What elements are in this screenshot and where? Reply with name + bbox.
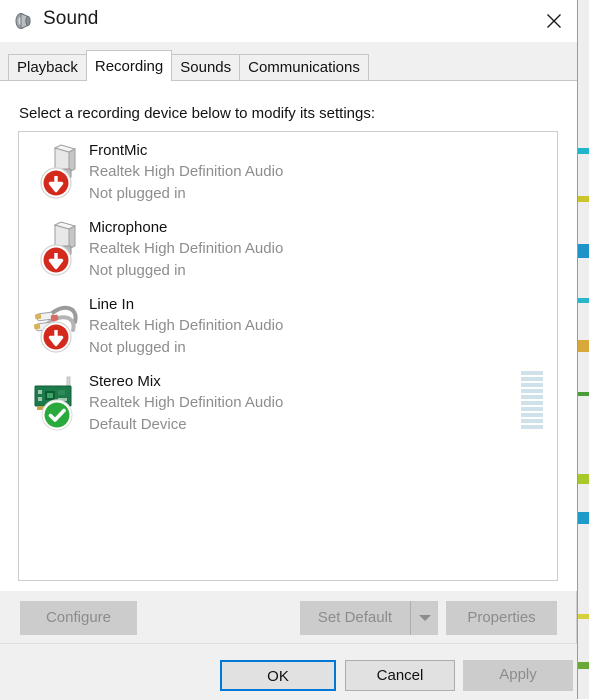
device-name: Line In bbox=[89, 296, 135, 313]
device-text-block: Microphone Realtek High Definition Audio… bbox=[89, 217, 283, 282]
tab-strip: Playback Recording Sounds Communications bbox=[0, 42, 577, 81]
microphone-jack-icon bbox=[31, 142, 89, 200]
device-name: Microphone bbox=[89, 219, 168, 236]
volume-level-meter bbox=[521, 371, 543, 429]
device-text-block: Line In Realtek High Definition Audio No… bbox=[89, 294, 283, 359]
recording-tab-panel: Select a recording device below to modif… bbox=[0, 80, 577, 591]
tab-sounds[interactable]: Sounds bbox=[171, 54, 241, 81]
list-item[interactable]: Stereo Mix Realtek High Definition Audio… bbox=[19, 363, 557, 440]
meter-segment bbox=[521, 377, 543, 381]
meter-segment bbox=[521, 371, 543, 375]
backdrop-fleck bbox=[578, 512, 589, 524]
device-text-block: Stereo Mix Realtek High Definition Audio… bbox=[89, 371, 283, 436]
meter-segment bbox=[521, 383, 543, 387]
device-status: Not plugged in bbox=[89, 185, 186, 202]
meter-segment bbox=[521, 425, 543, 429]
sound-dialog-window: Sound Playback Recording Sounds Communic… bbox=[0, 0, 577, 700]
meter-segment bbox=[521, 395, 543, 399]
device-description: Realtek High Definition Audio bbox=[89, 394, 284, 411]
tab-communications[interactable]: Communications bbox=[239, 54, 369, 81]
meter-segment bbox=[521, 419, 543, 423]
backdrop-fleck bbox=[578, 244, 589, 258]
ok-button[interactable]: OK bbox=[220, 660, 336, 691]
device-description: Realtek High Definition Audio bbox=[89, 163, 284, 180]
device-status: Not plugged in bbox=[89, 339, 186, 356]
device-description: Realtek High Definition Audio bbox=[89, 317, 284, 334]
backdrop-fleck bbox=[578, 474, 589, 484]
device-description: Realtek High Definition Audio bbox=[89, 240, 284, 257]
backdrop-fleck bbox=[578, 392, 589, 396]
meter-segment bbox=[521, 407, 543, 411]
device-name: Stereo Mix bbox=[89, 373, 161, 390]
tab-recording[interactable]: Recording bbox=[85, 50, 173, 81]
chevron-down-icon[interactable] bbox=[410, 601, 438, 635]
apply-button[interactable]: Apply bbox=[463, 660, 573, 691]
meter-segment bbox=[521, 389, 543, 393]
list-item[interactable]: FrontMic Realtek High Definition Audio N… bbox=[19, 132, 557, 209]
meter-segment bbox=[521, 401, 543, 405]
tab-playback[interactable]: Playback bbox=[8, 54, 87, 81]
sound-card-icon bbox=[31, 373, 89, 431]
backdrop-fleck bbox=[578, 196, 589, 202]
meter-segment bbox=[521, 413, 543, 417]
microphone-jack-icon bbox=[31, 219, 89, 277]
list-item[interactable]: Line In Realtek High Definition Audio No… bbox=[19, 286, 557, 363]
backdrop-fleck bbox=[578, 614, 589, 619]
panel-instruction: Select a recording device below to modif… bbox=[19, 105, 376, 122]
title-bar: Sound bbox=[0, 0, 577, 42]
list-item[interactable]: Microphone Realtek High Definition Audio… bbox=[19, 209, 557, 286]
panel-button-bar: Configure Set Default Properties bbox=[0, 591, 577, 643]
set-default-button[interactable]: Set Default bbox=[300, 601, 410, 635]
rca-cable-icon bbox=[31, 296, 89, 354]
close-icon[interactable] bbox=[531, 0, 577, 42]
backdrop-fleck bbox=[578, 148, 589, 154]
backdrop-fleck bbox=[578, 298, 589, 303]
window-title: Sound bbox=[43, 8, 99, 29]
dialog-footer: OK Cancel Apply bbox=[0, 643, 577, 700]
speaker-icon bbox=[13, 10, 35, 32]
device-status: Not plugged in bbox=[89, 262, 186, 279]
properties-button[interactable]: Properties bbox=[446, 601, 557, 635]
configure-button[interactable]: Configure bbox=[20, 601, 137, 635]
device-status: Default Device bbox=[89, 416, 187, 433]
cancel-button[interactable]: Cancel bbox=[345, 660, 455, 691]
backdrop-fleck bbox=[578, 340, 589, 352]
recording-device-list[interactable]: FrontMic Realtek High Definition Audio N… bbox=[18, 131, 558, 581]
device-name: FrontMic bbox=[89, 142, 148, 159]
background-window-sliver bbox=[577, 0, 589, 699]
backdrop-fleck bbox=[578, 662, 589, 669]
device-text-block: FrontMic Realtek High Definition Audio N… bbox=[89, 140, 283, 205]
